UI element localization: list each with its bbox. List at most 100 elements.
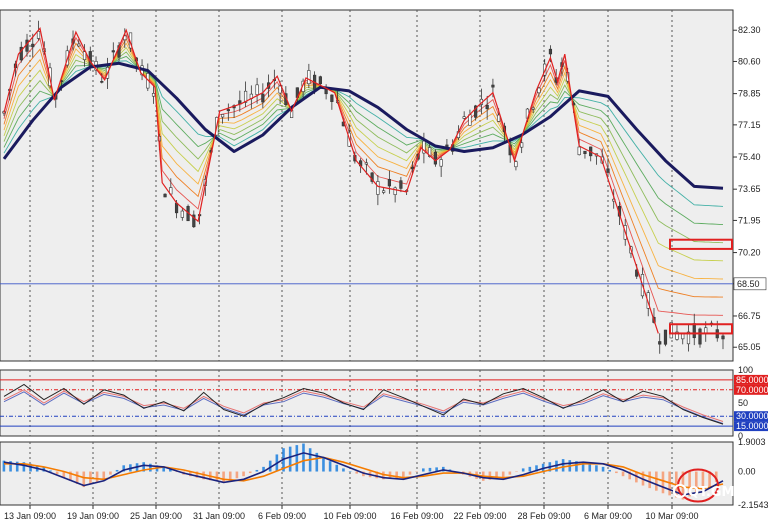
osc-tick-label: 100 bbox=[738, 365, 753, 375]
macd-histogram-bar bbox=[55, 471, 59, 475]
macd-histogram-bar bbox=[149, 463, 152, 472]
macd-histogram-bar bbox=[328, 461, 332, 472]
time-tick-label: 25 Jan 09:00 bbox=[130, 511, 182, 521]
time-tick-label: 19 Jan 09:00 bbox=[67, 511, 119, 521]
candle-body bbox=[382, 190, 386, 193]
macd-histogram-bar bbox=[595, 465, 598, 472]
osc-tick-label: 15.0000 bbox=[736, 421, 768, 431]
price-panel: 82.30 80.60 78.85 77.15 75.40 73.65 71.95 70.20… bbox=[0, 9, 767, 362]
price-tick-label: 65.05 bbox=[738, 342, 761, 352]
macd-histogram-bar bbox=[621, 471, 625, 477]
macd-histogram-bar bbox=[288, 446, 292, 472]
macd-histogram-bar bbox=[295, 445, 299, 472]
candle-body bbox=[163, 193, 167, 198]
price-tick-label: 80.60 bbox=[738, 56, 761, 66]
price-plot-area bbox=[0, 9, 734, 362]
price-tick-label: 82.30 bbox=[738, 25, 761, 35]
macd-histogram-bar bbox=[608, 469, 612, 472]
candle-body bbox=[577, 146, 581, 156]
macd-histogram-bar bbox=[501, 471, 505, 478]
macd-histogram-bar bbox=[422, 468, 425, 472]
candle-body bbox=[721, 335, 725, 340]
candle-body bbox=[174, 202, 179, 214]
candle-body bbox=[497, 114, 501, 122]
price-tick-label: 71.95 bbox=[738, 215, 761, 225]
candle-body bbox=[485, 104, 489, 110]
trading-chart: 82.30 80.60 78.85 77.15 75.40 73.65 71.95 70.20… bbox=[0, 0, 768, 523]
macd-histogram-bar bbox=[342, 468, 345, 472]
candle-body bbox=[111, 50, 115, 53]
macd-histogram-bar bbox=[408, 471, 412, 475]
candle-body bbox=[520, 142, 524, 148]
time-tick-label: 10 Mar 09:00 bbox=[645, 511, 698, 521]
candle-body bbox=[410, 166, 414, 170]
price-tick-label: 70.20 bbox=[738, 248, 761, 258]
macd-histogram-bar bbox=[355, 471, 359, 474]
macd-histogram-bar bbox=[508, 471, 512, 475]
candle-body bbox=[364, 162, 368, 165]
time-tick-label: 16 Feb 09:00 bbox=[390, 511, 443, 521]
price-tick-label: 66.75 bbox=[738, 311, 761, 321]
candle-body bbox=[36, 31, 41, 39]
time-tick-label: 10 Feb 09:00 bbox=[323, 511, 376, 521]
candle-body bbox=[330, 94, 334, 102]
candle-body bbox=[491, 84, 495, 88]
candle-body bbox=[468, 114, 472, 126]
macd-histogram-bar bbox=[561, 459, 565, 472]
macd-histogram-bar bbox=[302, 443, 305, 472]
macd-tick-label: 1.9003 bbox=[738, 437, 766, 447]
candle-body bbox=[31, 43, 35, 48]
candle-body bbox=[548, 48, 553, 55]
candle-body bbox=[220, 114, 225, 118]
macd-histogram-bar bbox=[102, 471, 106, 480]
time-tick-label: 13 Jan 09:00 bbox=[4, 511, 56, 521]
candle-body bbox=[531, 107, 535, 110]
candle-body bbox=[387, 179, 391, 187]
macd-histogram-bar bbox=[415, 471, 418, 473]
watermark-text: QT.GM bbox=[688, 485, 735, 500]
candle-body bbox=[606, 168, 610, 173]
candle-body bbox=[77, 43, 81, 47]
macd-histogram-bar bbox=[661, 471, 665, 494]
macd-histogram-bar bbox=[242, 471, 245, 477]
macd-histogram-bar bbox=[655, 471, 658, 491]
candle-body bbox=[261, 93, 265, 103]
candle-body bbox=[698, 328, 702, 345]
candle-body bbox=[180, 210, 184, 218]
price-tick-label: 73.65 bbox=[738, 184, 761, 194]
candle-body bbox=[514, 161, 518, 168]
macd-histogram-bar bbox=[648, 471, 651, 489]
candle-body bbox=[433, 151, 438, 165]
osc-tick-label: 70.0000 bbox=[736, 385, 768, 395]
macd-histogram-bar bbox=[335, 464, 339, 472]
candle-body bbox=[100, 81, 104, 83]
candle-body bbox=[318, 76, 322, 85]
candle-body bbox=[658, 341, 662, 345]
current-price-label: 68.50 bbox=[737, 279, 760, 289]
chart-canvas: 82.30 80.60 78.85 77.15 75.40 73.65 71.95 70.20… bbox=[0, 0, 768, 523]
time-tick-label: 28 Feb 09:00 bbox=[517, 511, 570, 521]
macd-histogram-bar bbox=[428, 467, 432, 472]
osc-tick-label: 85.0000 bbox=[736, 375, 768, 385]
macd-histogram-bar bbox=[601, 466, 605, 472]
candle-body bbox=[583, 150, 587, 154]
macd-histogram-bar bbox=[109, 471, 112, 475]
price-tick-label: 77.15 bbox=[738, 120, 761, 130]
macd-histogram-bar bbox=[95, 471, 99, 482]
time-tick-label: 22 Feb 09:00 bbox=[453, 511, 506, 521]
macd-histogram-bar bbox=[521, 468, 525, 472]
macd-histogram-bar bbox=[222, 471, 225, 483]
oscillator-panel: 10085.000070.00005030.000015.00000 bbox=[0, 365, 768, 441]
macd-panel: 1.9003 0.00 -2.1543 bbox=[0, 437, 768, 510]
osc-tick-label: 30.0000 bbox=[736, 411, 768, 421]
candle-body bbox=[681, 333, 685, 340]
candle-body bbox=[151, 93, 156, 97]
candle-body bbox=[462, 116, 466, 119]
candle-body bbox=[692, 323, 696, 339]
candle-body bbox=[399, 180, 403, 189]
macd-histogram-bar bbox=[528, 466, 532, 472]
candle-body bbox=[226, 109, 230, 112]
candle-body bbox=[537, 87, 541, 94]
macd-histogram-bar bbox=[235, 471, 239, 479]
macd-tick-label: 0.00 bbox=[738, 467, 756, 477]
